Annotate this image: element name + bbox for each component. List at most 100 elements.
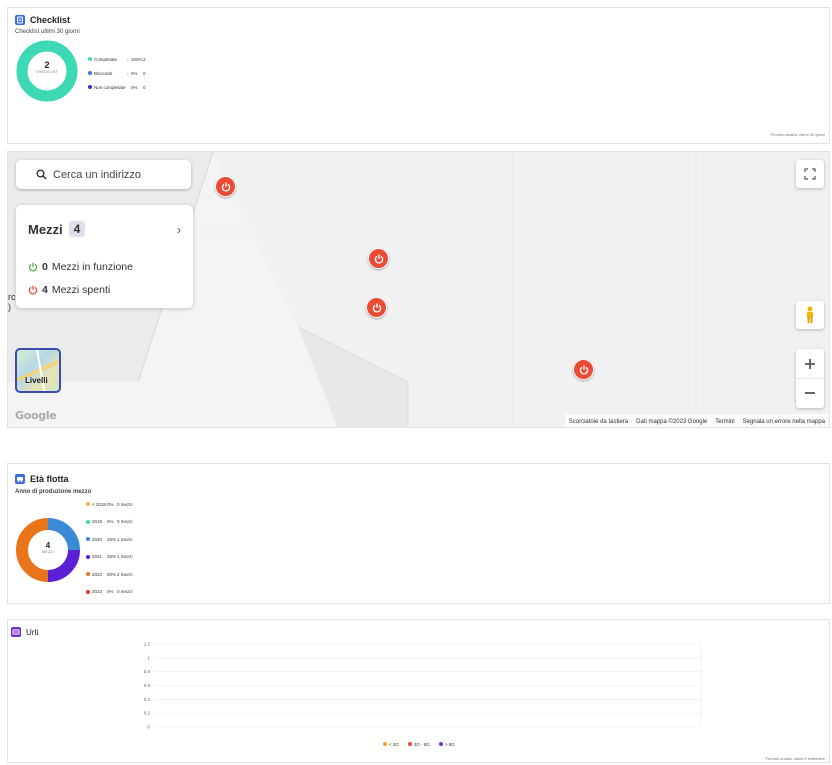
minus-icon <box>805 392 815 394</box>
legend-dot <box>86 589 90 594</box>
street-view-button[interactable] <box>796 301 824 329</box>
urti-card: Urti 1.2 1 0.8 0.6 0.4 0.2 0 < 3G 3G - 8G > 8G… <box>7 619 830 763</box>
checklist-center-label: CHECKLIST <box>35 70 59 74</box>
power-icon <box>221 182 230 192</box>
checklist-title: Checklist <box>15 15 70 25</box>
legend-item-gt8g[interactable]: > 8G <box>438 741 455 747</box>
legend-item-completate: Completate ↑ 100% 2 <box>88 56 146 62</box>
legend-count: 2 <box>143 56 146 62</box>
y-tick-label: 0.6 <box>144 683 151 688</box>
layers-button[interactable]: Livelli <box>15 348 61 393</box>
legend-label: Completate <box>94 56 118 62</box>
zoom-out-button[interactable] <box>796 379 824 408</box>
google-logo: Google <box>15 409 57 422</box>
address-search-placeholder: Cerca un indirizzo <box>53 168 142 181</box>
legend-item-bloccanti: Bloccanti ↓ 0% 0 <box>88 70 146 76</box>
checklist-subtitle: Checklist ultimi 30 giorni <box>15 29 80 35</box>
legend-label: 2023 <box>92 589 103 594</box>
mezzi-title: Mezzi <box>28 221 63 237</box>
vehicle-marker[interactable] <box>573 359 594 380</box>
checklist-title-text: Checklist <box>30 15 71 25</box>
legend-count: 1 mezzi <box>117 554 133 559</box>
fleet-icon <box>15 474 25 484</box>
legend-label: 2021 <box>92 554 103 559</box>
checklist-icon <box>15 15 25 25</box>
legend-item-2023: 2023 0% 0 mezzi <box>86 589 133 595</box>
legend-label: < 2018 <box>92 501 106 507</box>
mezzi-running-row[interactable]: 0 Mezzi in funzione <box>28 261 133 273</box>
vehicle-marker[interactable] <box>215 176 236 197</box>
fleet-age-title: Età flotta <box>15 474 69 484</box>
legend-percent: 25% <box>107 536 117 542</box>
map-thumbnail <box>17 350 59 391</box>
legend-count: 2 mezzi <box>117 571 133 577</box>
power-icon <box>374 254 383 264</box>
fleet-age-title-text: Età flotta <box>30 474 69 484</box>
chevron-right-icon[interactable]: › <box>177 223 181 237</box>
fleet-age-legend: < 2018 0% 0 mezzi 2019 0% 0 mezzi 2020 2… <box>86 501 133 595</box>
vehicle-marker[interactable] <box>368 248 389 269</box>
report-error-link[interactable]: Segnala un errore nella mappa <box>743 419 825 425</box>
legend-label: Non completate <box>94 84 126 90</box>
checklist-legend: Completate ↑ 100% 2 Bloccanti ↓ 0% 0 Non… <box>88 56 146 90</box>
legend-dot <box>438 742 443 746</box>
legend-percent: 0% <box>107 519 114 524</box>
legend-count: 0 mezzi <box>117 501 133 507</box>
checklist-donut-center: 2 CHECKLIST <box>16 60 78 74</box>
legend-percent: 0% <box>107 589 114 594</box>
vehicle-marker[interactable] <box>366 297 387 318</box>
legend-dot <box>86 572 90 576</box>
legend-dot <box>86 554 90 559</box>
power-icon <box>579 365 588 375</box>
map-data-text: Dati mappa ©2023 Google <box>636 418 708 425</box>
legend-item-lt3g[interactable]: < 3G <box>383 741 399 747</box>
legend-count: 1 mezzi <box>117 536 133 542</box>
fullscreen-icon <box>804 168 816 180</box>
keyboard-shortcuts-link[interactable]: Scorciatoie da tastiera <box>569 419 628 425</box>
zoom-control <box>796 349 824 408</box>
urti-legend: < 3G 3G - 8G > 8G <box>383 741 455 747</box>
legend-percent: 0% <box>131 70 138 76</box>
y-tick-label: 0.2 <box>144 711 151 716</box>
mezzi-panel[interactable]: Mezzi 4 › 0 Mezzi in funzione 4 Mezzi sp… <box>16 205 193 308</box>
y-tick-label: 1 <box>147 655 150 660</box>
terms-link[interactable]: Termini <box>715 419 734 425</box>
mezzi-count-badge: 4 <box>68 221 86 237</box>
mezzi-running-label: Mezzi in funzione <box>51 261 133 273</box>
address-search[interactable]: Cerca un indirizzo <box>16 160 191 189</box>
mezzi-running-count: 0 <box>42 261 48 273</box>
legend-item-2020: 2020 25% 1 mezzi <box>86 536 133 542</box>
legend-dot <box>88 71 92 75</box>
urti-footnote: Periodo analisi: ultimi 6 settimane <box>765 756 825 761</box>
legend-item-non-completate: Non completate 0% 0 <box>88 84 146 90</box>
legend-count: 0 <box>143 70 146 76</box>
legend-label: Bloccanti <box>94 70 113 76</box>
legend-percent: 100% <box>131 56 143 62</box>
legend-item-2019: 2019 0% 0 mezzi <box>86 519 133 525</box>
legend-dot <box>86 502 90 506</box>
legend-label: 2020 <box>92 536 103 542</box>
zoom-in-button[interactable] <box>796 350 824 379</box>
fullscreen-button[interactable] <box>796 160 824 188</box>
legend-item-3g-8g[interactable]: 3G - 8G <box>407 741 430 747</box>
legend-percent: 0% <box>131 84 138 90</box>
legend-label: > 8G <box>444 741 455 747</box>
legend-dot <box>88 57 92 61</box>
y-tick-label: 0.4 <box>144 697 151 702</box>
legend-count: 0 mezzi <box>117 519 133 524</box>
plus-icon <box>805 358 815 369</box>
pegman-icon <box>807 306 813 323</box>
legend-dot <box>407 742 412 746</box>
layers-label: Livelli <box>25 376 48 385</box>
checklist-footnote: Periodo analisi: ultimi 30 giorni <box>770 132 825 137</box>
legend-label: 2019 <box>92 519 103 524</box>
fleet-age-donut-center: 4 MEZZI <box>15 541 81 554</box>
legend-dot <box>86 537 90 541</box>
mezzi-off-label: Mezzi spenti <box>51 284 111 296</box>
legend-label: 2022 <box>92 571 103 577</box>
map-container[interactable]: rc ) Cerca un indirizzo Mezzi 4 › 0 Mezz… <box>7 151 830 428</box>
mezzi-off-row[interactable]: 4 Mezzi spenti <box>28 284 110 296</box>
legend-percent: 25% <box>107 554 117 559</box>
legend-percent: 0% <box>107 501 114 507</box>
checklist-card: Checklist Checklist ultimi 30 giorni 2 C… <box>7 7 830 144</box>
